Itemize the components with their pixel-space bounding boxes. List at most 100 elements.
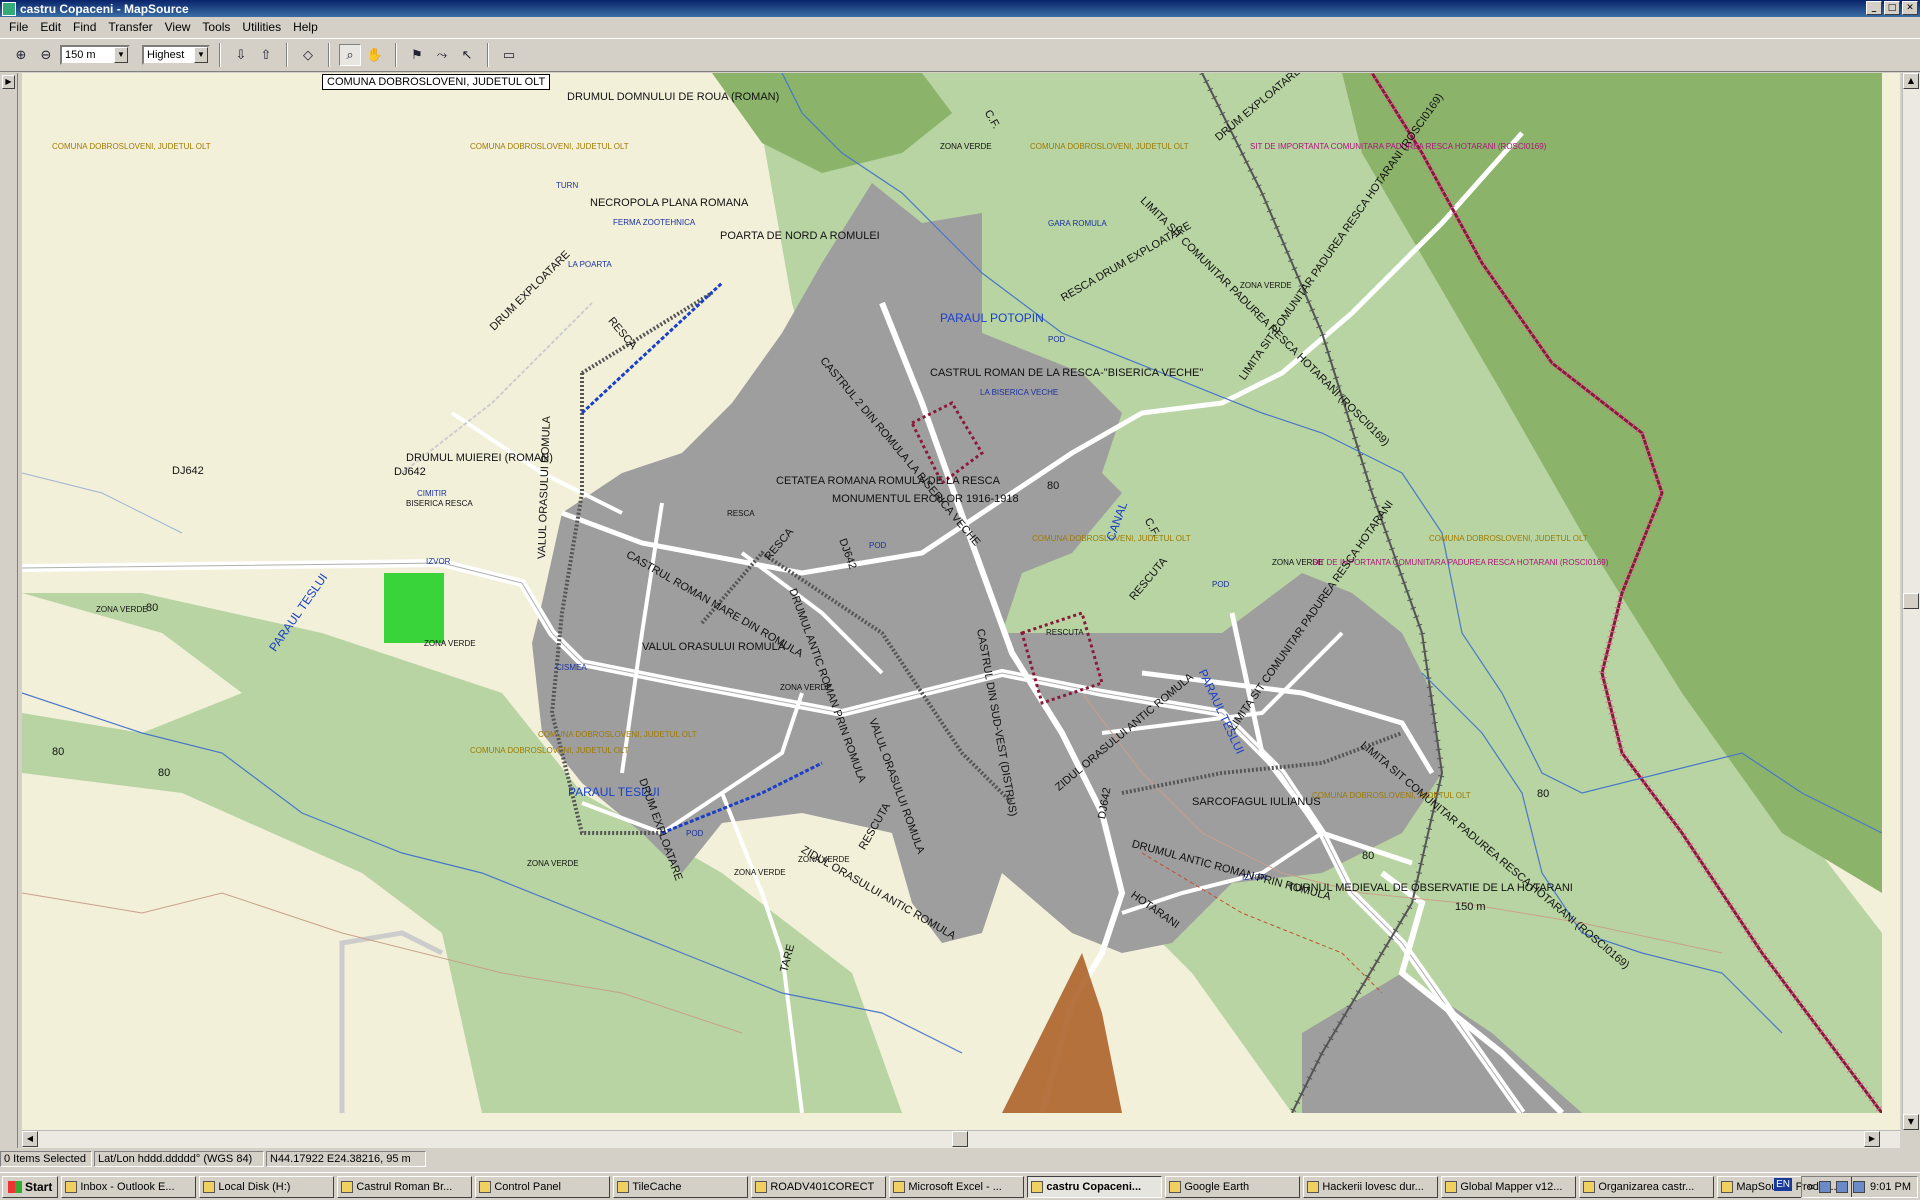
- map-label[interactable]: COMUNA DOBROSLOVENI, JUDETUL OLT: [1429, 534, 1588, 543]
- chevron-left-icon[interactable]: «: [1808, 1181, 1814, 1193]
- map-label[interactable]: FERMA ZOOTEHNICA: [613, 218, 695, 227]
- vertical-scroll-thumb[interactable]: [1903, 593, 1919, 609]
- volume-icon[interactable]: [1853, 1181, 1866, 1193]
- expand-panel-button[interactable]: ▶: [2, 75, 15, 89]
- menu-file[interactable]: File: [3, 20, 34, 34]
- send-to-device-icon[interactable]: ⇧: [255, 44, 277, 66]
- map-label[interactable]: POD: [1212, 580, 1229, 589]
- taskbar-button[interactable]: Microsoft Excel - ...: [889, 1175, 1025, 1198]
- map-label[interactable]: ZONA VERDE: [527, 859, 579, 868]
- network-icon[interactable]: [1836, 1181, 1849, 1193]
- map-label[interactable]: BISERICA RESCA: [406, 499, 473, 508]
- map-label[interactable]: POD: [686, 829, 703, 838]
- map-label[interactable]: COMUNA DOBROSLOVENI, JUDETUL OLT: [470, 746, 629, 755]
- menu-transfer[interactable]: Transfer: [102, 20, 158, 34]
- chevron-down-icon[interactable]: ▼: [194, 47, 208, 63]
- scroll-down-button[interactable]: ▼: [1903, 1114, 1919, 1130]
- map-label[interactable]: DJ642: [394, 466, 426, 478]
- scroll-up-button[interactable]: ▲: [1903, 73, 1919, 89]
- map-label[interactable]: IZVOR: [426, 557, 450, 566]
- map-label[interactable]: ZONA VERDE: [424, 639, 476, 648]
- map-label[interactable]: 80: [52, 746, 64, 758]
- map-label[interactable]: 80: [146, 602, 158, 614]
- map-label[interactable]: ZONA VERDE: [734, 868, 786, 877]
- close-button[interactable]: ✕: [1902, 1, 1918, 15]
- map-label[interactable]: COMUNA DOBROSLOVENI, JUDETUL OLT: [538, 730, 697, 739]
- map-label[interactable]: 150 m: [1455, 901, 1486, 913]
- map-label[interactable]: CISMEA: [556, 663, 587, 672]
- taskbar-button[interactable]: Global Mapper v12...: [1441, 1175, 1577, 1198]
- map-label[interactable]: CASTRUL ROMAN DE LA RESCA-"BISERICA VECH…: [930, 367, 1203, 379]
- zoom-scale-select[interactable]: 150 m ▼: [60, 45, 130, 65]
- taskbar-button[interactable]: Organizarea castr...: [1579, 1175, 1715, 1198]
- scroll-left-button[interactable]: ◀: [22, 1131, 38, 1147]
- map-label[interactable]: ZONA VERDE: [940, 142, 992, 151]
- map-label[interactable]: POD: [869, 541, 886, 550]
- route-tool-icon[interactable]: ⤳: [431, 44, 453, 66]
- vertical-scrollbar[interactable]: ▲ ▼: [1902, 73, 1920, 1130]
- taskbar-button[interactable]: TileCache: [613, 1175, 749, 1198]
- map-label[interactable]: COMUNA DOBROSLOVENI, JUDETUL OLT: [1312, 791, 1471, 800]
- start-button[interactable]: Start: [2, 1175, 59, 1198]
- taskbar-button[interactable]: Hackerii lovesc dur...: [1303, 1175, 1439, 1198]
- taskbar-button[interactable]: Inbox - Outlook E...: [61, 1175, 197, 1198]
- map-label[interactable]: GARA ROMULA: [1048, 219, 1107, 228]
- horizontal-scroll-thumb[interactable]: [952, 1131, 968, 1147]
- map-label[interactable]: 80: [1047, 480, 1059, 492]
- map-label[interactable]: DRUMUL DOMNULUI DE ROUA (ROMAN): [567, 91, 779, 103]
- map-label[interactable]: COMUNA DOBROSLOVENI, JUDETUL OLT: [52, 142, 211, 151]
- map-label[interactable]: LA POARTA: [568, 260, 612, 269]
- map-label[interactable]: COMUNA DOBROSLOVENI, JUDETUL OLT: [1030, 142, 1189, 151]
- waypoint-tool-icon[interactable]: ⚑: [406, 44, 428, 66]
- detail-level-select[interactable]: Highest ▼: [142, 45, 210, 65]
- map-tool-icon[interactable]: ◇: [297, 44, 319, 66]
- map-label[interactable]: CIMITIR: [417, 489, 447, 498]
- map-label[interactable]: VALUL ORASULUI ROMULA: [642, 641, 785, 653]
- map-label[interactable]: CETATEA ROMANA ROMULA DE LA RESCA: [776, 475, 1000, 487]
- map-label[interactable]: NECROPOLA PLANA ROMANA: [590, 197, 748, 209]
- menu-utilities[interactable]: Utilities: [236, 20, 287, 34]
- zoom-tool-icon[interactable]: ⌕: [339, 44, 361, 66]
- taskbar-button[interactable]: Castrul Roman Br...: [337, 1175, 473, 1198]
- map-label[interactable]: DJ642: [172, 465, 204, 477]
- map-label[interactable]: LA BISERICA VECHE: [980, 388, 1058, 397]
- selection-tool-icon[interactable]: ↖: [456, 44, 478, 66]
- distance-tool-icon[interactable]: ▭: [498, 44, 520, 66]
- taskbar-button[interactable]: ROADV401CORECT: [751, 1175, 887, 1198]
- map-label[interactable]: POARTA DE NORD A ROMULEI: [720, 230, 880, 242]
- map-canvas[interactable]: COMUNA DOBROSLOVENI, JUDETUL OLT DRUMUL …: [22, 73, 1900, 1130]
- menu-view[interactable]: View: [159, 20, 197, 34]
- menu-tools[interactable]: Tools: [196, 20, 236, 34]
- scroll-right-button[interactable]: ▶: [1864, 1131, 1880, 1147]
- menu-help[interactable]: Help: [287, 20, 324, 34]
- horizontal-scrollbar[interactable]: ◀ ▶: [22, 1130, 1900, 1148]
- map-label[interactable]: TURN: [556, 181, 578, 190]
- zoom-in-icon[interactable]: ⊕: [10, 44, 32, 66]
- taskbar-button[interactable]: Local Disk (H:): [199, 1175, 335, 1198]
- map-label[interactable]: SARCOFAGUL IULIANUS: [1192, 796, 1321, 808]
- minimize-button[interactable]: _: [1866, 1, 1882, 15]
- tray-app-icon[interactable]: [1819, 1181, 1832, 1193]
- map-label[interactable]: PARAUL POTOPIN: [940, 311, 1044, 325]
- map-label[interactable]: DRUMUL MUIEREI (ROMAN): [406, 452, 553, 464]
- map-label[interactable]: 80: [1537, 788, 1549, 800]
- menu-find[interactable]: Find: [67, 20, 102, 34]
- map-label[interactable]: POD: [1048, 335, 1065, 344]
- language-indicator[interactable]: EN: [1774, 1178, 1792, 1191]
- map-label[interactable]: RESCUTA: [1046, 628, 1084, 637]
- zoom-out-icon[interactable]: ⊖: [35, 44, 57, 66]
- map-label[interactable]: ZONA VERDE: [1240, 281, 1292, 290]
- taskbar-button[interactable]: Google Earth: [1165, 1175, 1301, 1198]
- chevron-down-icon[interactable]: ▼: [114, 47, 128, 63]
- receive-from-device-icon[interactable]: ⇩: [230, 44, 252, 66]
- taskbar-button[interactable]: castru Copaceni...: [1027, 1175, 1163, 1198]
- map-label[interactable]: RESCA: [727, 509, 755, 518]
- maximize-button[interactable]: □: [1884, 1, 1900, 15]
- hand-tool-icon[interactable]: ✋: [364, 44, 386, 66]
- map-label[interactable]: ZONA VERDE: [96, 605, 148, 614]
- map-label[interactable]: 80: [158, 767, 170, 779]
- map-label[interactable]: MONUMENTUL EROILOR 1916-1918: [832, 493, 1019, 505]
- map-label[interactable]: COMUNA DOBROSLOVENI, JUDETUL OLT: [470, 142, 629, 151]
- taskbar-button[interactable]: Control Panel: [475, 1175, 611, 1198]
- menu-edit[interactable]: Edit: [34, 20, 67, 34]
